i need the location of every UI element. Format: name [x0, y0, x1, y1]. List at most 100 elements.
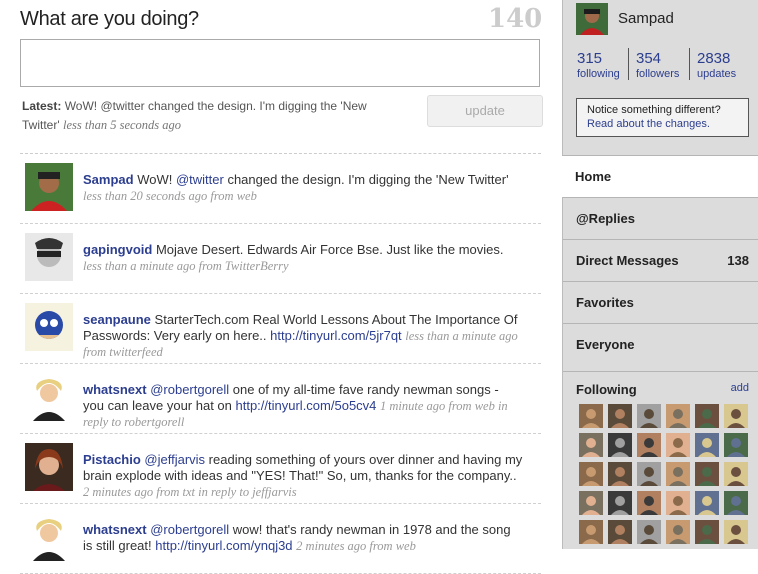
following-avatar[interactable]: [608, 433, 632, 457]
sidebar-item-replies[interactable]: @Replies: [563, 197, 758, 239]
following-avatar[interactable]: [637, 433, 661, 457]
tweet-meta: less than a minute ago from TwitterBerry: [83, 259, 289, 273]
stat-following[interactable]: 315 following: [577, 50, 620, 81]
notice-box: Notice something different? Read about t…: [576, 98, 749, 137]
tweet-username[interactable]: Pistachio: [83, 452, 141, 467]
tweet-avatar[interactable]: [25, 513, 73, 561]
timeline-item: seanpaune StarterTech.com Real World Les…: [20, 294, 541, 364]
tweet-username[interactable]: whatsnext: [83, 382, 147, 397]
tweet-username[interactable]: gapingvoid: [83, 242, 152, 257]
tweet-body: whatsnext @robertgorell one of my all-ti…: [83, 382, 523, 430]
tweet-body: whatsnext @robertgorell wow! that's rand…: [83, 522, 523, 554]
stat-updates-label: updates: [697, 68, 737, 80]
stat-following-count: 315: [577, 50, 603, 67]
stat-followers-label: followers: [636, 68, 680, 80]
following-avatar[interactable]: [637, 462, 661, 486]
following-avatar[interactable]: [666, 520, 690, 544]
following-avatar[interactable]: [695, 404, 719, 428]
sidebar-item-label: @Replies: [576, 211, 635, 226]
tweet-avatar[interactable]: [25, 233, 73, 281]
following-avatar[interactable]: [695, 462, 719, 486]
sidebar-item-label: Everyone: [576, 337, 635, 352]
tweet-body: Sampad WoW! @twitter changed the design.…: [83, 172, 523, 204]
following-avatar[interactable]: [724, 491, 748, 515]
following-avatar[interactable]: [695, 491, 719, 515]
following-avatar[interactable]: [637, 404, 661, 428]
sidebar-item-favorites[interactable]: Favorites: [563, 281, 758, 323]
notice-link[interactable]: Read about the changes.: [587, 117, 748, 131]
tweet-mention[interactable]: @robertgorell: [150, 522, 229, 537]
stat-followers[interactable]: 354 followers: [636, 50, 679, 81]
tweet-username[interactable]: seanpaune: [83, 312, 151, 327]
following-avatar[interactable]: [637, 520, 661, 544]
following-avatar[interactable]: [695, 520, 719, 544]
sidebar-item-everyone[interactable]: Everyone: [563, 323, 758, 365]
following-avatar[interactable]: [724, 433, 748, 457]
status-input[interactable]: [20, 39, 540, 87]
following-avatar[interactable]: [666, 433, 690, 457]
following-avatar[interactable]: [579, 491, 603, 515]
tweet-username[interactable]: Sampad: [83, 172, 134, 187]
sidebar: Sampad 315 following 354 followers 2838 …: [562, 0, 758, 549]
user-name[interactable]: Sampad: [618, 10, 674, 27]
timeline: Sampad WoW! @twitter changed the design.…: [20, 153, 541, 574]
following-avatar[interactable]: [666, 491, 690, 515]
tweet-link[interactable]: http://tinyurl.com/5o5cv4: [236, 398, 377, 413]
sidebar-nav: Home @Replies Direct Messages 138 Favori…: [562, 155, 758, 365]
timeline-item: Pistachio @jeffjarvis reading something …: [20, 434, 541, 504]
direct-messages-count: 138: [727, 253, 749, 268]
following-avatar[interactable]: [724, 404, 748, 428]
character-counter: 140: [488, 4, 543, 34]
main-column: What are you doing? 140 Latest: WoW! @tw…: [0, 0, 562, 574]
tweet-mention[interactable]: @robertgorell: [150, 382, 229, 397]
stat-updates[interactable]: 2838 updates: [697, 50, 736, 81]
latest-status: Latest: WoW! @twitter changed the design…: [22, 97, 402, 135]
tweet-avatar[interactable]: [25, 303, 73, 351]
following-avatar[interactable]: [579, 462, 603, 486]
stat-updates-count: 2838: [697, 50, 731, 67]
tweet-body: Pistachio @jeffjarvis reading something …: [83, 452, 523, 500]
tweet-link[interactable]: http://tinyurl.com/ynqj3d: [155, 538, 292, 553]
tweet-mention[interactable]: @jeffjarvis: [144, 452, 205, 467]
following-add-link[interactable]: add: [731, 382, 749, 394]
stat-divider: [628, 48, 629, 80]
following-avatar[interactable]: [724, 462, 748, 486]
tweet-mention[interactable]: @twitter: [176, 172, 224, 187]
sidebar-item-home[interactable]: Home: [562, 155, 758, 197]
sidebar-item-label: Home: [575, 169, 612, 184]
tweet-avatar[interactable]: [25, 443, 73, 491]
following-avatar[interactable]: [724, 520, 748, 544]
following-title: Following: [576, 382, 637, 397]
update-button[interactable]: update: [427, 95, 543, 127]
tweet-text: WoW!: [137, 172, 176, 187]
following-avatar[interactable]: [608, 520, 632, 544]
following-avatar[interactable]: [608, 491, 632, 515]
following-avatar[interactable]: [695, 433, 719, 457]
following-avatar[interactable]: [637, 491, 661, 515]
stat-followers-count: 354: [636, 50, 662, 67]
user-avatar[interactable]: [576, 3, 608, 35]
latest-time: less than 5 seconds ago: [62, 118, 182, 132]
stat-following-label: following: [577, 68, 620, 80]
tweet-link[interactable]: http://tinyurl.com/5jr7qt: [270, 328, 402, 343]
latest-label: Latest:: [22, 99, 62, 113]
tweet-username[interactable]: whatsnext: [83, 522, 147, 537]
tweet-meta: 2 minutes ago from txt in reply to jeffj…: [83, 485, 297, 499]
tweet-meta: less than 20 seconds ago from web: [83, 189, 257, 203]
following-avatar[interactable]: [608, 404, 632, 428]
timeline-item: whatsnext @robertgorell one of my all-ti…: [20, 364, 541, 434]
tweet-avatar[interactable]: [25, 163, 73, 211]
following-avatar[interactable]: [579, 520, 603, 544]
tweet-text: changed the design. I'm digging the 'New…: [223, 172, 509, 187]
tweet-text: Mojave Desert. Edwards Air Force Bse. Ju…: [155, 242, 504, 257]
sidebar-item-direct-messages[interactable]: Direct Messages 138: [563, 239, 758, 281]
following-header: Following add: [563, 371, 758, 401]
tweet-body: seanpaune StarterTech.com Real World Les…: [83, 312, 523, 360]
following-avatar[interactable]: [666, 462, 690, 486]
following-avatar[interactable]: [579, 404, 603, 428]
following-avatar[interactable]: [608, 462, 632, 486]
notice-text: Notice something different?: [587, 104, 721, 116]
following-avatar[interactable]: [579, 433, 603, 457]
tweet-avatar[interactable]: [25, 373, 73, 421]
following-avatar[interactable]: [666, 404, 690, 428]
